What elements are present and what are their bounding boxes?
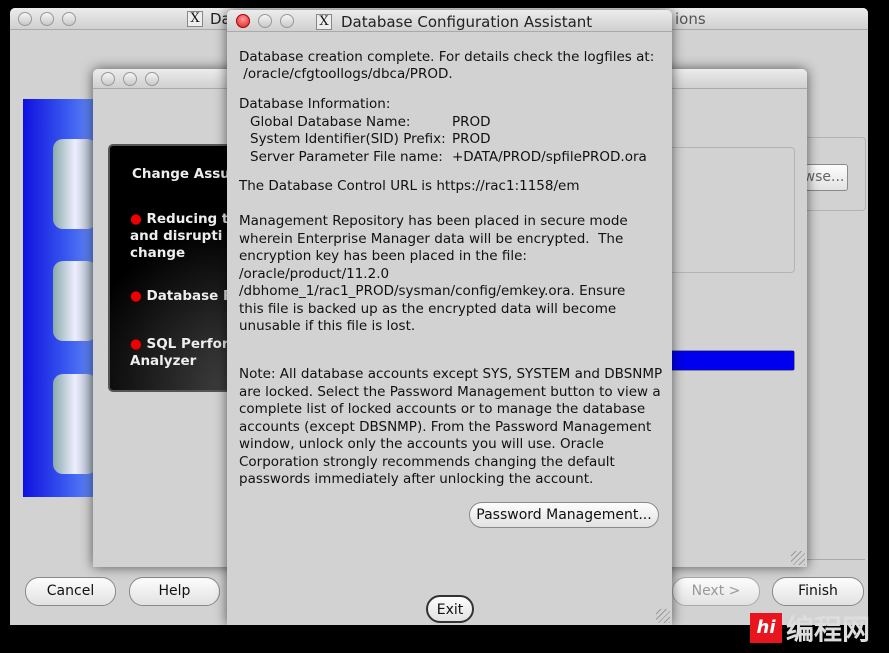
x11-icon: X xyxy=(316,14,332,30)
info-label: Server Parameter File name: xyxy=(250,149,443,165)
bullet-icon: ● xyxy=(130,288,142,304)
database-cylinder-icon xyxy=(53,261,97,341)
completion-message: Database creation complete. For details … xyxy=(239,49,655,65)
database-cylinder-icon xyxy=(53,374,97,474)
info-heading: Database Information: xyxy=(239,96,391,112)
dialog-titlebar: X Database Configuration Assistant xyxy=(227,10,672,32)
minimize-button[interactable] xyxy=(123,72,137,86)
slide-bullet: ● Reducing th and disrupti change xyxy=(130,211,238,261)
control-url: The Database Control URL is https://rac1… xyxy=(239,178,580,194)
chevron-right-icon: > xyxy=(728,583,741,599)
exit-button[interactable]: Exit xyxy=(426,595,474,623)
browse-button[interactable]: wse... xyxy=(800,164,848,191)
progress-fill xyxy=(654,351,794,370)
log-path: /oracle/cfgtoollogs/dbca/PROD. xyxy=(239,66,453,82)
database-cylinder-icon xyxy=(53,139,97,229)
slide-image: Change Assur ● Reducing th and disrupti … xyxy=(108,144,243,392)
finish-button[interactable]: Finish xyxy=(772,577,864,606)
window-title-end: ions xyxy=(675,10,706,28)
next-label: Next xyxy=(691,583,725,599)
next-button[interactable]: Next > xyxy=(672,577,760,606)
database-image xyxy=(23,99,97,497)
info-label: Global Database Name: xyxy=(250,114,411,130)
resize-grip[interactable] xyxy=(791,551,805,565)
status-group xyxy=(653,147,795,273)
watermark-text: 编程网 xyxy=(786,613,871,646)
minimize-button[interactable] xyxy=(258,14,272,28)
info-label: System Identifier(SID) Prefix: xyxy=(250,131,446,147)
close-button[interactable] xyxy=(18,12,32,26)
slide-bullet: ● Database Re xyxy=(130,288,243,304)
zoom-button[interactable] xyxy=(145,72,159,86)
cancel-button[interactable]: Cancel xyxy=(25,577,116,606)
progress-bar xyxy=(653,350,795,371)
completion-dialog: X Database Configuration Assistant Datab… xyxy=(227,10,672,625)
dialog-title: Database Configuration Assistant xyxy=(341,13,593,31)
accounts-note: Note: All database accounts except SYS, … xyxy=(239,366,663,487)
bullet-icon: ● xyxy=(130,336,142,352)
bullet-icon: ● xyxy=(130,211,142,227)
help-button[interactable]: Help xyxy=(129,577,220,606)
slide-bullet: ● SQL Perforn Analyzer xyxy=(130,336,239,369)
info-value: PROD xyxy=(452,131,491,147)
info-value: PROD xyxy=(452,114,491,130)
watermark-logo: hi 编程网 xyxy=(750,608,870,648)
close-button[interactable] xyxy=(236,14,250,28)
close-button[interactable] xyxy=(101,72,115,86)
resize-grip[interactable] xyxy=(656,609,670,623)
password-management-button[interactable]: Password Management... xyxy=(469,502,659,528)
zoom-button[interactable] xyxy=(280,14,294,28)
slide-heading: Change Assur xyxy=(132,166,237,182)
x11-icon: X xyxy=(187,11,203,27)
info-value: +DATA/PROD/spfilePROD.ora xyxy=(452,149,647,165)
zoom-button[interactable] xyxy=(62,12,76,26)
repository-message: Management Repository has been placed in… xyxy=(239,213,628,334)
minimize-button[interactable] xyxy=(40,12,54,26)
